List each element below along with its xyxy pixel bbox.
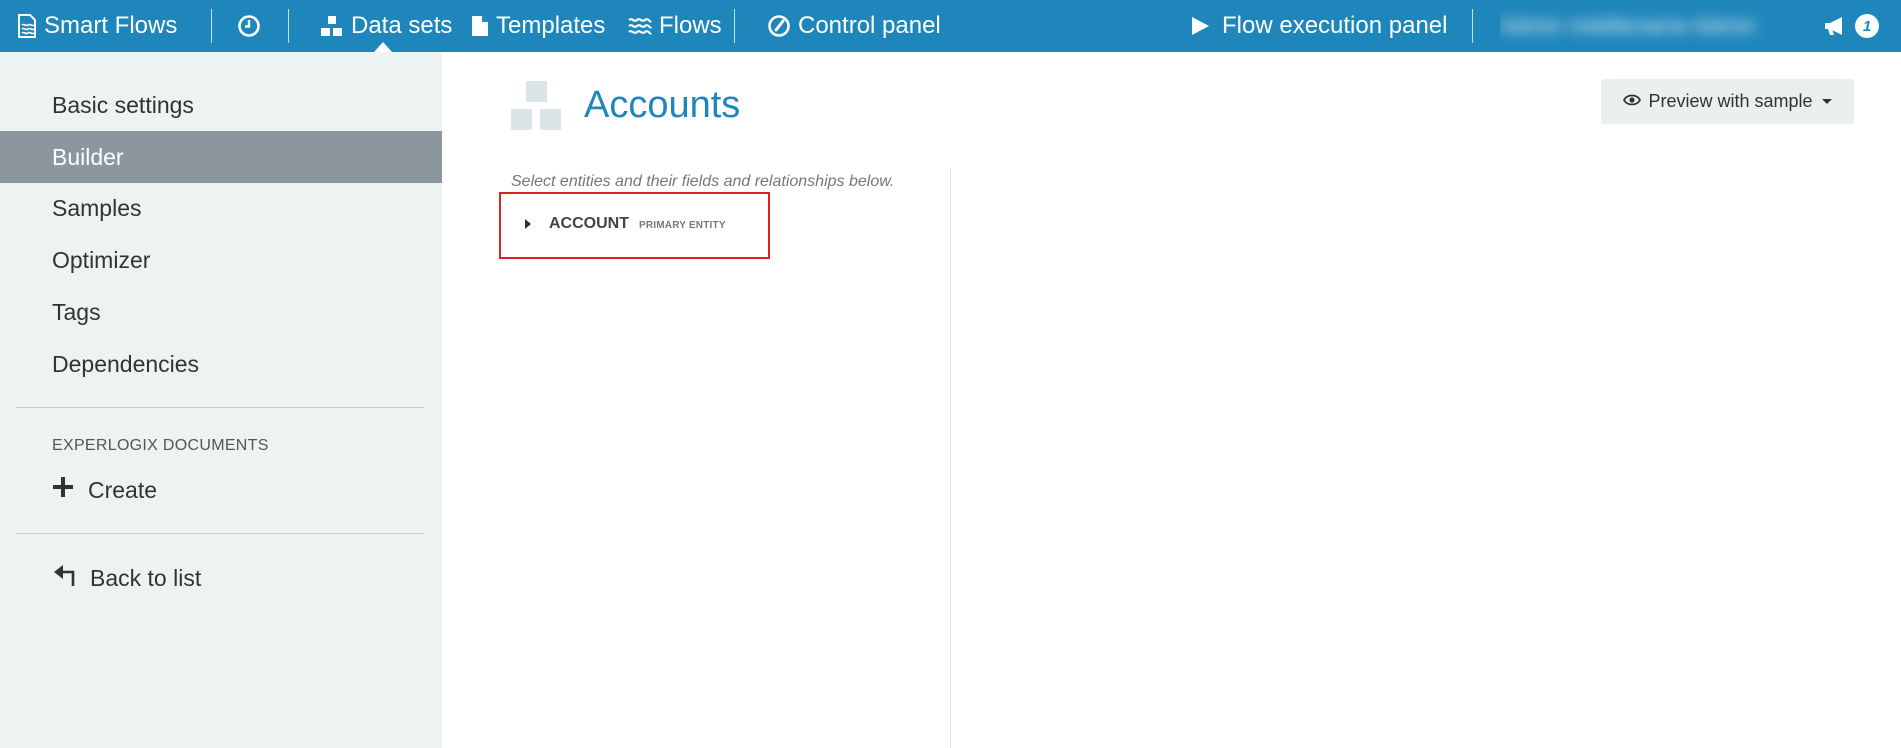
top-navbar: Smart Flows Data sets Templates Flows Co…: [0, 0, 1901, 52]
nav-flows[interactable]: Flows: [628, 0, 722, 52]
active-nav-indicator: [374, 42, 392, 52]
sidebar-item-label: Dependencies: [52, 350, 200, 377]
user-name: Admin middlename Admin: [1500, 13, 1756, 38]
preview-with-sample-button[interactable]: Preview with sample: [1601, 79, 1854, 124]
entity-name: ACCOUNT: [549, 215, 629, 232]
gauge-icon: [767, 14, 791, 38]
sidebar-item-samples[interactable]: Samples: [0, 182, 442, 234]
sidebar-item-builder[interactable]: Builder: [0, 131, 442, 183]
sidebar-item-tags[interactable]: Tags: [0, 286, 442, 338]
back-arrow-icon: [52, 563, 76, 593]
back-to-list-button[interactable]: Back to list: [52, 561, 201, 595]
entity-tag: PRIMARY ENTITY: [639, 220, 726, 231]
navbar-divider: [734, 9, 735, 43]
navbar-divider: [288, 9, 289, 43]
clock-icon: [237, 14, 261, 38]
page-title: Accounts: [584, 84, 741, 126]
nav-data-sets-label: Data sets: [351, 12, 453, 39]
megaphone-icon: [1823, 15, 1847, 37]
section-heading: EXPERLOGIX DOCUMENTS: [52, 437, 269, 454]
sidebar-item-label: Basic settings: [52, 91, 194, 118]
sidebar-item-label: Builder: [52, 143, 124, 170]
caret-right-icon[interactable]: [525, 219, 531, 229]
history-button[interactable]: [237, 0, 261, 52]
builder-hint: Select entities and their fields and rel…: [511, 173, 895, 190]
sidebar: Basic settings Builder Samples Optimizer…: [0, 52, 442, 748]
sidebar-item-label: Samples: [52, 194, 142, 221]
sidebar-item-dependencies[interactable]: Dependencies: [0, 338, 442, 390]
entity-tree-item[interactable]: ACCOUNT PRIMARY ENTITY: [525, 212, 726, 236]
nav-templates[interactable]: Templates: [471, 0, 605, 52]
sidebar-divider: [16, 533, 424, 534]
user-menu[interactable]: Admin middlename Admin: [1500, 0, 1804, 52]
file-icon: [471, 15, 489, 37]
plus-icon: [52, 476, 74, 504]
create-label: Create: [88, 476, 158, 503]
navbar-divider: [1472, 9, 1473, 43]
brand-label: Smart Flows: [44, 12, 178, 39]
waves-icon: [628, 16, 652, 36]
flow-execution-panel-link[interactable]: Flow execution panel: [1190, 0, 1447, 52]
chevron-down-icon: [1821, 99, 1832, 104]
sidebar-item-basic-settings[interactable]: Basic settings: [0, 79, 442, 131]
blocks-icon: [511, 81, 565, 131]
brand-link[interactable]: Smart Flows: [17, 0, 177, 52]
panel-divider: [950, 168, 951, 748]
flow-execution-panel-label: Flow execution panel: [1222, 12, 1448, 39]
sidebar-item-optimizer[interactable]: Optimizer: [0, 234, 442, 286]
navbar-divider: [211, 9, 212, 43]
play-icon: [1190, 16, 1210, 36]
nav-control-panel[interactable]: Control panel: [767, 0, 941, 52]
nav-control-panel-label: Control panel: [798, 12, 941, 39]
sidebar-item-label: Optimizer: [52, 246, 151, 273]
announcements-button[interactable]: 1: [1823, 0, 1879, 52]
main-content: Accounts Preview with sample Select enti…: [442, 52, 1901, 748]
sidebar-divider: [16, 407, 424, 408]
create-button[interactable]: Create: [52, 473, 157, 507]
nav-templates-label: Templates: [496, 12, 606, 39]
sidebar-item-label: Tags: [52, 298, 101, 325]
preview-label: Preview with sample: [1648, 91, 1813, 111]
back-to-list-label: Back to list: [90, 564, 202, 591]
eye-icon: [1623, 91, 1642, 112]
nav-flows-label: Flows: [659, 12, 722, 39]
sitemap-icon: [320, 15, 344, 37]
document-waves-icon: [17, 14, 37, 38]
notification-badge: 1: [1855, 14, 1879, 38]
